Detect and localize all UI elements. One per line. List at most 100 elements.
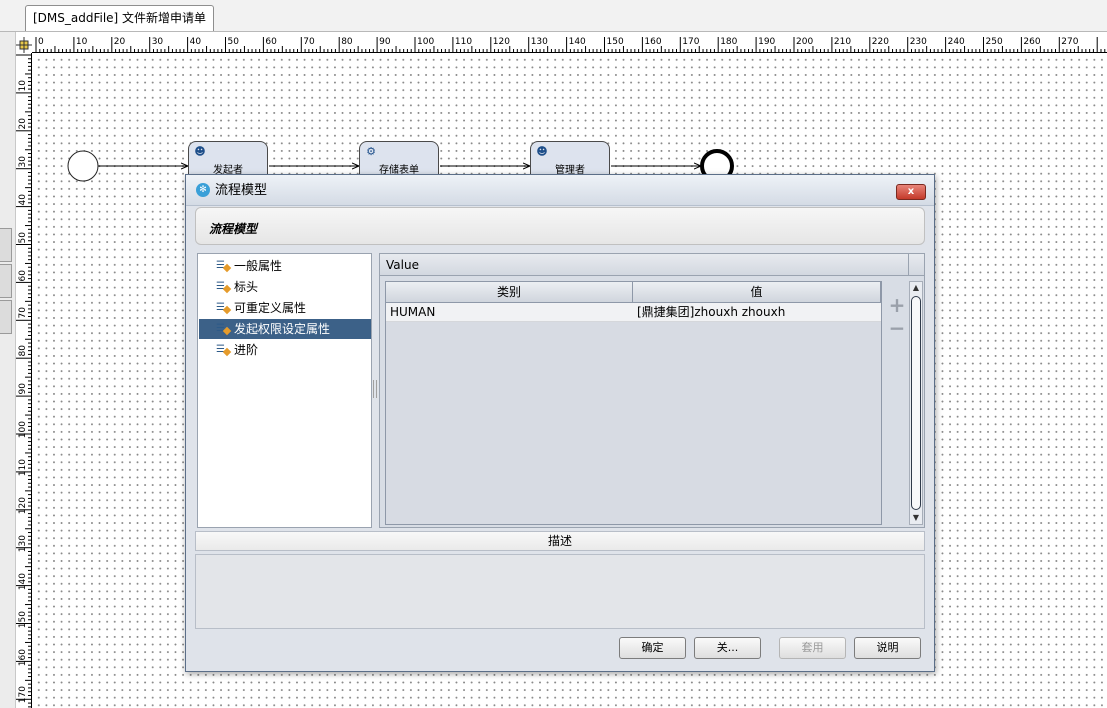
column-header-category[interactable]: 类别 — [386, 282, 633, 303]
ruler-label: 80 — [341, 37, 353, 47]
ruler-label: 130 — [530, 37, 548, 47]
ruler-label: 90 — [18, 383, 28, 395]
cell-category: HUMAN — [390, 305, 436, 319]
scrollbar-thumb[interactable] — [911, 296, 921, 510]
column-header-value[interactable]: 值 — [633, 282, 881, 303]
value-panel: Value 类别 值 HUMAN [鼎捷集团]zhouxh zhouxh + −… — [379, 253, 925, 528]
dialog-header-panel: 流程模型 — [195, 207, 925, 245]
ruler-label: 20 — [18, 117, 28, 130]
editor-tab-addfile[interactable]: [DMS_addFile] 文件新增申请单 — [25, 5, 215, 31]
left-tool-strip — [0, 32, 16, 708]
ruler-label: 210 — [833, 37, 852, 47]
ruler-label: 230 — [909, 37, 927, 47]
ruler-label: 40 — [18, 193, 28, 206]
user-icon: ☻ — [194, 145, 206, 158]
apply-button[interactable]: 套用 — [779, 637, 846, 659]
ruler-label: 240 — [947, 37, 965, 47]
ruler-label: 80 — [18, 345, 28, 357]
property-icon: ☰ — [216, 260, 230, 272]
ruler-label: 120 — [492, 37, 510, 47]
app-icon: ✻ — [196, 183, 210, 197]
table-row[interactable]: HUMAN [鼎捷集团]zhouxh zhouxh — [386, 303, 881, 322]
help-button[interactable]: 说明 — [854, 637, 921, 659]
horizontal-ruler: 0 10 20 30 40 50 60 70 80 90 100 110 120 130 140 150 160… — [32, 37, 1107, 53]
close-dialog-button[interactable]: 关... — [694, 637, 761, 659]
ok-button[interactable]: 确定 — [619, 637, 686, 659]
ruler-label: 260 — [1023, 37, 1041, 47]
process-model-dialog: ✻ 流程模型 x 流程模型 ☰ 一般属性 ☰ 标头 ☰ 可重定义属性 ☰ 发起权… — [185, 174, 935, 672]
ruler-label: 100 — [18, 421, 28, 439]
ruler-label: 180 — [720, 37, 738, 47]
add-row-button[interactable]: + — [888, 295, 906, 315]
ruler-label: 140 — [568, 37, 586, 47]
ruler-label: 30 — [18, 155, 28, 168]
ruler-label: 40 — [189, 37, 202, 47]
ruler-label: 200 — [796, 37, 814, 47]
ruler-label: 120 — [18, 496, 28, 515]
ruler-label: 160 — [18, 648, 28, 666]
ruler-label: 110 — [454, 37, 473, 47]
editor-tab-strip: [DMS_addFile] 文件新增申请单 — [0, 0, 1107, 32]
scroll-up-icon[interactable]: ▲ — [911, 282, 921, 294]
ruler-label: 270 — [1061, 37, 1079, 47]
ruler-label: 60 — [18, 269, 28, 281]
dialog-title: 流程模型 — [215, 183, 268, 198]
value-panel-title: Value — [386, 258, 419, 272]
ruler-label: 20 — [113, 37, 126, 47]
user-icon: ☻ — [536, 145, 548, 158]
ruler-label: 70 — [18, 307, 28, 319]
property-icon: ☰ — [216, 281, 230, 293]
dialog-titlebar[interactable]: ✻ 流程模型 x — [186, 175, 934, 206]
ruler-label: 190 — [758, 37, 776, 47]
tree-item-initiation-permission[interactable]: ☰ 发起权限设定属性 — [199, 319, 371, 339]
ruler-label: 50 — [227, 37, 239, 47]
tree-item-advanced[interactable]: ☰ 进阶 — [199, 340, 371, 360]
left-strip-button-1[interactable] — [0, 228, 12, 262]
value-header-corner — [908, 254, 924, 275]
remove-row-button[interactable]: − — [888, 318, 906, 338]
tree-item-header[interactable]: ☰ 标头 — [199, 277, 371, 297]
property-icon: ☰ — [216, 302, 230, 314]
ruler-anchor-icon — [16, 37, 32, 53]
vertical-ruler: 10 20 30 40 50 60 70 80 90 100 110 120 130 140 150 160 1… — [16, 53, 32, 708]
ruler-label: 100 — [417, 37, 435, 47]
header-title: 流程模型 — [209, 222, 258, 236]
ruler-ticks — [16, 54, 31, 708]
value-panel-header: Value — [380, 254, 924, 276]
ruler-corner — [16, 37, 32, 53]
ruler-label: 50 — [18, 231, 28, 244]
scroll-down-icon[interactable]: ▼ — [911, 512, 921, 524]
permission-table: 类别 值 HUMAN [鼎捷集团]zhouxh zhouxh — [385, 281, 882, 525]
ruler-label: 170 — [682, 37, 700, 47]
ruler-label: 150 — [606, 37, 624, 47]
left-strip-button-3[interactable] — [0, 300, 12, 334]
cell-value: [鼎捷集团]zhouxh zhouxh — [637, 305, 786, 319]
property-icon: ☰ — [216, 344, 230, 356]
ruler-label: 0 — [38, 37, 44, 47]
property-icon: ☰ — [216, 323, 230, 335]
ruler-label: 110 — [18, 459, 28, 477]
table-scrollbar[interactable]: ▲ ▼ — [909, 281, 923, 525]
description-label: 描述 — [195, 531, 925, 551]
ruler-label: 60 — [265, 37, 277, 47]
ruler-label: 90 — [379, 37, 391, 47]
tree-item-redefinable[interactable]: ☰ 可重定义属性 — [199, 298, 371, 318]
description-area[interactable] — [195, 554, 925, 629]
ruler-label: 220 — [871, 37, 889, 47]
ruler-label: 10 — [75, 37, 88, 47]
tree-item-general[interactable]: ☰ 一般属性 — [199, 256, 371, 276]
ruler-label: 170 — [18, 686, 28, 704]
ruler-label: 130 — [18, 534, 28, 552]
ruler-label: 150 — [18, 610, 28, 628]
close-button[interactable]: x — [896, 184, 926, 200]
ruler-label: 30 — [151, 37, 164, 47]
ruler-label: 140 — [18, 572, 28, 590]
left-strip-button-2[interactable] — [0, 264, 12, 298]
property-tree: ☰ 一般属性 ☰ 标头 ☰ 可重定义属性 ☰ 发起权限设定属性 ☰ 进阶 — [197, 253, 372, 528]
ruler-label: 160 — [644, 37, 662, 47]
ruler-label: 250 — [985, 37, 1003, 47]
ruler-label: 10 — [18, 80, 28, 92]
split-pane-divider[interactable] — [373, 380, 377, 398]
gear-icon: ⚙ — [366, 145, 376, 158]
ruler-label: 70 — [303, 37, 315, 47]
